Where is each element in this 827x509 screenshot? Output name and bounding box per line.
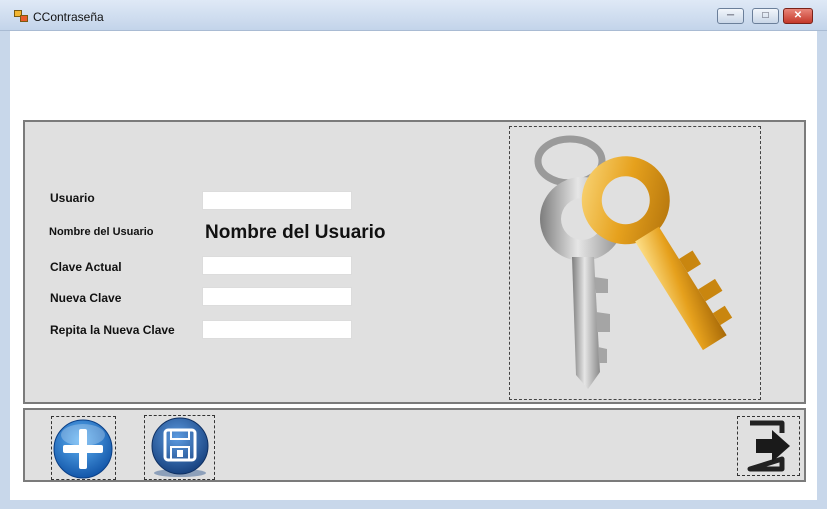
add-button[interactable] [51, 416, 116, 480]
title-bar: CContraseña ─ □ ✕ [0, 0, 827, 31]
keys-picture [509, 126, 761, 400]
repita-nueva-clave-label: Repita la Nueva Clave [50, 323, 175, 337]
minimize-icon: ─ [726, 10, 735, 21]
exit-button[interactable] [737, 416, 800, 476]
save-icon [151, 417, 209, 477]
minimize-button[interactable]: ─ [717, 8, 744, 24]
maximize-button[interactable]: □ [752, 8, 779, 24]
clave-actual-input[interactable] [202, 256, 352, 275]
app-icon [14, 10, 28, 22]
usuario-input[interactable] [202, 191, 352, 210]
add-icon [53, 419, 113, 479]
toolbar-panel [23, 408, 806, 482]
keys-icon [534, 135, 733, 389]
nombre-usuario-label: Nombre del Usuario [49, 226, 154, 238]
window-bottom-border [10, 500, 817, 509]
save-button[interactable] [144, 415, 215, 480]
clave-actual-label: Clave Actual [50, 260, 122, 274]
exit-icon [747, 420, 790, 472]
password-form-panel: Usuario Nombre del Usuario Nombre del Us… [23, 120, 806, 404]
usuario-label: Usuario [50, 191, 95, 205]
nueva-clave-input[interactable] [202, 287, 352, 306]
maximize-icon: □ [762, 10, 769, 21]
nombre-usuario-display: Nombre del Usuario [205, 222, 386, 243]
window-title: CContraseña [33, 10, 104, 24]
nueva-clave-label: Nueva Clave [50, 291, 122, 305]
close-button[interactable]: ✕ [783, 8, 813, 24]
repita-nueva-clave-input[interactable] [202, 320, 352, 339]
close-icon: ✕ [793, 10, 803, 21]
